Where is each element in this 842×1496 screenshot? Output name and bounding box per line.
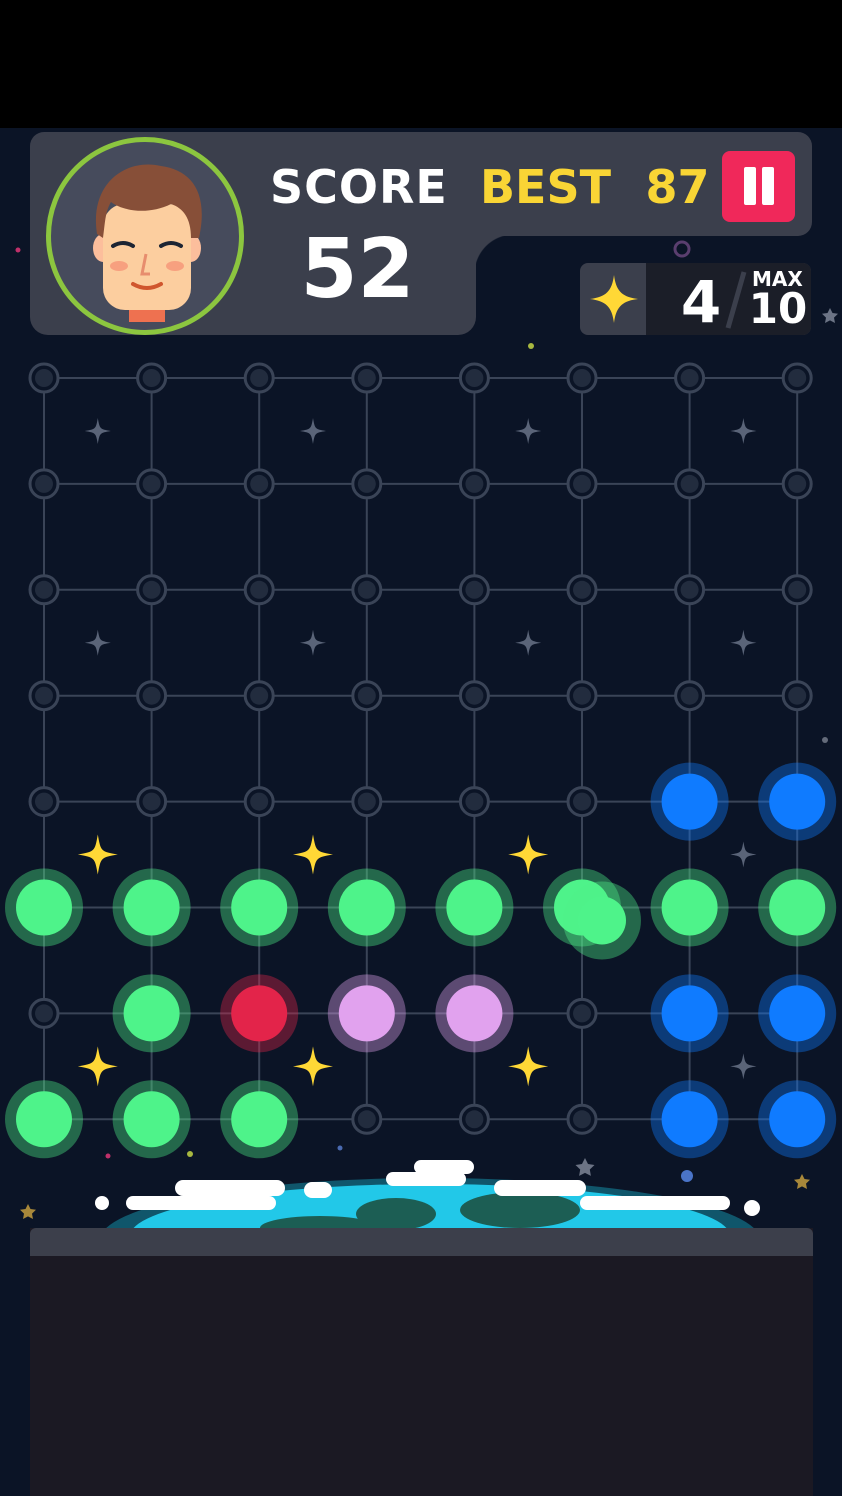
board-cell-empty[interactable] xyxy=(458,786,490,818)
sparkle-star-icon xyxy=(730,417,757,444)
board-cell-empty[interactable] xyxy=(566,997,598,1029)
background-sparkle xyxy=(822,737,828,743)
sparkle-star-icon xyxy=(293,834,333,875)
background-sparkle xyxy=(673,240,691,258)
background-sparkle xyxy=(528,343,534,349)
board-cell-empty[interactable] xyxy=(28,680,60,712)
board-cell-empty[interactable] xyxy=(243,680,275,712)
board-cell-empty[interactable] xyxy=(674,362,706,394)
sparkle-star-icon xyxy=(293,1046,333,1087)
background-sparkle xyxy=(337,1145,343,1151)
board-cell-pink[interactable] xyxy=(327,974,406,1053)
board-cell-empty[interactable] xyxy=(28,786,60,818)
board-cell-empty[interactable] xyxy=(136,574,168,606)
background-planet xyxy=(681,1170,693,1182)
bottom-tray-rim xyxy=(30,1228,813,1256)
sparkle-star-icon xyxy=(77,1046,118,1087)
board-cell-empty[interactable] xyxy=(351,1103,383,1135)
board-cell-empty[interactable] xyxy=(351,574,383,606)
board-cell-green[interactable] xyxy=(112,974,191,1053)
board-cell-empty[interactable] xyxy=(566,786,598,818)
board-cell-empty[interactable] xyxy=(136,680,168,712)
sparkle-star-icon xyxy=(300,417,326,444)
board-cell-blue[interactable] xyxy=(650,762,729,841)
grid-sparkles xyxy=(77,417,757,1087)
board-cell-empty[interactable] xyxy=(458,1103,490,1135)
board-cell-empty[interactable] xyxy=(458,362,490,394)
background-sparkle xyxy=(187,1151,193,1157)
board-cell-empty[interactable] xyxy=(28,468,60,500)
sparkle-star-icon xyxy=(515,417,542,444)
background-star-icon xyxy=(575,1158,595,1176)
board-cell-empty[interactable] xyxy=(351,468,383,500)
board-cell-green[interactable] xyxy=(650,868,729,947)
board-cell-empty[interactable] xyxy=(566,362,598,394)
board-cell-empty[interactable] xyxy=(566,574,598,606)
background-star-icon xyxy=(20,1204,36,1220)
board-cell-empty[interactable] xyxy=(351,680,383,712)
bottom-tray xyxy=(30,1228,813,1496)
board-cell-green[interactable] xyxy=(327,868,406,947)
board-cell-blue[interactable] xyxy=(650,974,729,1053)
board-cell-blue[interactable] xyxy=(758,974,837,1053)
board-cell-empty[interactable] xyxy=(243,786,275,818)
board-cell-empty[interactable] xyxy=(351,786,383,818)
board-decor xyxy=(15,240,838,1220)
board-cell-empty[interactable] xyxy=(674,574,706,606)
board-cell-green[interactable] xyxy=(220,1080,299,1159)
background-sparkle xyxy=(105,1153,111,1159)
board-cell-red[interactable] xyxy=(220,974,299,1053)
board-cell-empty[interactable] xyxy=(28,362,60,394)
board-cell-green[interactable] xyxy=(112,868,191,947)
sparkle-star-icon xyxy=(730,1053,757,1080)
board-cell-empty[interactable] xyxy=(566,680,598,712)
board-cell-empty[interactable] xyxy=(243,362,275,394)
board-cell-green[interactable] xyxy=(220,868,299,947)
sparkle-star-icon xyxy=(730,841,757,868)
board-cell-green[interactable] xyxy=(435,868,514,947)
board-cell-empty[interactable] xyxy=(781,680,813,712)
board-cell-empty[interactable] xyxy=(243,468,275,500)
sparkle-star-icon xyxy=(84,629,111,656)
board-cell-blue[interactable] xyxy=(650,1080,729,1159)
sparkle-star-icon xyxy=(730,629,757,656)
board-cell-empty[interactable] xyxy=(458,574,490,606)
board-cell-empty[interactable] xyxy=(781,574,813,606)
sparkle-star-icon xyxy=(508,1046,549,1087)
board-cell-empty[interactable] xyxy=(781,468,813,500)
sparkle-star-icon xyxy=(84,417,111,444)
board-cell-empty[interactable] xyxy=(781,362,813,394)
board-cell-pink[interactable] xyxy=(435,974,514,1053)
sparkle-star-icon xyxy=(300,629,326,656)
board-cell-green[interactable] xyxy=(5,1080,83,1159)
background-star-icon xyxy=(822,308,838,323)
board-cell-green[interactable] xyxy=(112,1080,191,1159)
board-cell-empty[interactable] xyxy=(351,362,383,394)
sparkle-star-icon xyxy=(77,834,118,875)
board-cell-empty[interactable] xyxy=(674,468,706,500)
board-cell-empty[interactable] xyxy=(458,468,490,500)
sparkle-star-icon xyxy=(515,629,542,656)
background-sparkle xyxy=(15,247,21,253)
board-cell-blue[interactable] xyxy=(758,1080,837,1159)
falling-dot xyxy=(563,881,641,960)
board-cell-blue[interactable] xyxy=(758,762,837,841)
board-cell-empty[interactable] xyxy=(458,680,490,712)
board-cell-empty[interactable] xyxy=(243,574,275,606)
board-cell-empty[interactable] xyxy=(136,786,168,818)
sparkle-star-icon xyxy=(508,834,549,875)
board-cell-empty[interactable] xyxy=(566,1103,598,1135)
board-cell-empty[interactable] xyxy=(28,574,60,606)
background-star-icon xyxy=(794,1174,810,1190)
board-cell-green[interactable] xyxy=(5,868,83,947)
board-cell-empty[interactable] xyxy=(566,468,598,500)
board-cell-empty[interactable] xyxy=(136,468,168,500)
board-cell-empty[interactable] xyxy=(674,680,706,712)
board-cell-empty[interactable] xyxy=(28,997,60,1029)
board-cell-empty[interactable] xyxy=(136,362,168,394)
board-cell-green[interactable] xyxy=(758,868,837,947)
